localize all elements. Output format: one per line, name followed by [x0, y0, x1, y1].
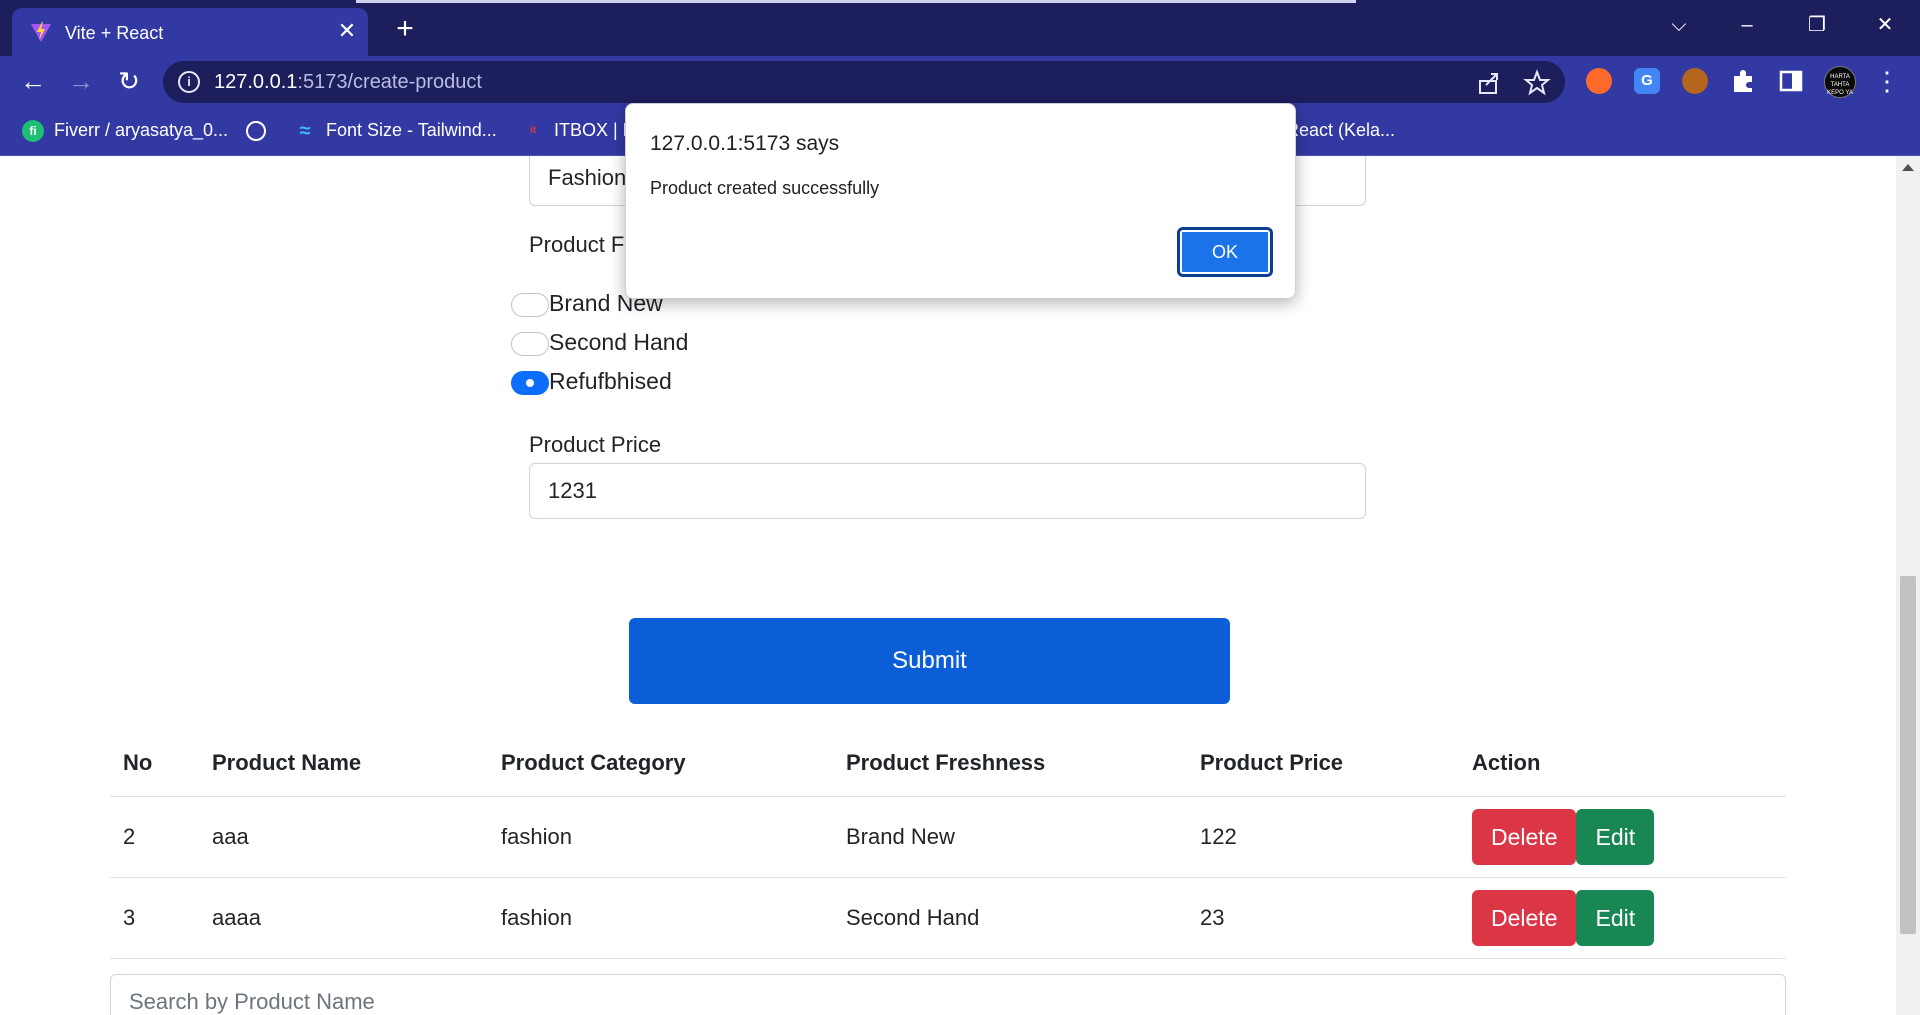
products-table: No Product Name Product Category Product…: [110, 730, 1786, 959]
extension-orange-icon[interactable]: [1586, 68, 1612, 94]
url-text[interactable]: 127.0.0.1:5173/create-product: [214, 71, 482, 94]
new-tab-button[interactable]: +: [388, 12, 422, 46]
price-label: Product Price: [529, 432, 662, 457]
address-bar[interactable]: i 127.0.0.1:5173/create-product: [163, 61, 1565, 103]
alert-dialog: 127.0.0.1:5173 says Product created succ…: [625, 103, 1296, 299]
radio-button[interactable]: [511, 332, 549, 356]
translate-icon[interactable]: G: [1634, 68, 1660, 94]
header-product-price: Product Price: [1187, 730, 1459, 797]
tab-title: Vite + React: [65, 23, 164, 43]
close-window-button[interactable]: ✕: [1862, 8, 1908, 42]
cell-no: 2: [110, 796, 199, 878]
table-row: 2 aaa fashion Brand New 122 Delete Edit: [110, 796, 1786, 878]
cell-freshness: Brand New: [833, 796, 1187, 878]
minimize-button[interactable]: –: [1724, 8, 1770, 42]
bookmark-label: Fiverr / aryasatya_0...: [54, 120, 229, 140]
submit-button[interactable]: Submit: [629, 618, 1230, 704]
bookmark-tailwind[interactable]: ≈ Font Size - Tailwind...: [294, 120, 497, 142]
table-header-row: No Product Name Product Category Product…: [110, 730, 1786, 797]
fiverr-icon: fi: [22, 120, 44, 143]
share-icon[interactable]: [1475, 69, 1503, 97]
header-product-freshness: Product Freshness: [833, 730, 1187, 797]
scroll-thumb[interactable]: [1900, 576, 1916, 934]
price-input[interactable]: 1231: [529, 463, 1366, 519]
delete-button[interactable]: Delete: [1472, 889, 1577, 946]
url-path: :5173/create-product: [297, 71, 482, 93]
puzzle-icon[interactable]: [1730, 68, 1756, 94]
tailwind-icon: ≈: [299, 120, 311, 143]
dialog-message: Product created successfully: [650, 178, 880, 198]
itbox-icon: it: [529, 125, 537, 137]
reload-button[interactable]: ↻: [112, 64, 146, 98]
radio-label: Refufbhised: [549, 368, 672, 394]
cell-price: 122: [1187, 796, 1459, 878]
bookmark-react[interactable]: React (Kela...: [1286, 120, 1395, 142]
back-button[interactable]: ←: [16, 64, 50, 98]
cell-category: fashion: [488, 796, 833, 878]
tab-strip-accent: [356, 0, 1356, 3]
active-tab[interactable]: Vite + React ✕: [12, 8, 368, 56]
tab-close-icon[interactable]: ✕: [334, 18, 360, 44]
radio-button[interactable]: [511, 293, 549, 317]
delete-button[interactable]: Delete: [1472, 808, 1577, 865]
cell-action: Delete Edit: [1459, 877, 1786, 959]
vite-icon: [31, 22, 51, 42]
profile-avatar[interactable]: HARTA TAHTA KEPO YA: [1824, 66, 1856, 98]
cell-freshness: Second Hand: [833, 877, 1187, 959]
tab-strip: Vite + React ✕ + ⌵ – ❐ ✕: [0, 0, 1920, 56]
restore-button[interactable]: ❐: [1794, 8, 1840, 42]
edit-button[interactable]: Edit: [1576, 808, 1655, 865]
browser-toolbar: ← → ↻ i 127.0.0.1:5173/create-product G …: [0, 56, 1920, 106]
page-scrollbar[interactable]: [1896, 156, 1920, 1015]
bookmark-label: ITBOX | F: [554, 120, 634, 140]
menu-icon[interactable]: ⋮: [1870, 64, 1904, 98]
search-input[interactable]: Search by Product Name: [110, 974, 1786, 1015]
tab-search-icon[interactable]: ⌵: [1656, 8, 1702, 42]
cell-name: aaaa: [199, 877, 488, 959]
cell-category: fashion: [488, 877, 833, 959]
table-row: 3 aaaa fashion Second Hand 23 Delete Edit: [110, 877, 1786, 959]
info-icon[interactable]: i: [178, 71, 200, 93]
forward-button[interactable]: →: [64, 64, 98, 98]
edit-button[interactable]: Edit: [1576, 889, 1655, 946]
cell-action: Delete Edit: [1459, 796, 1786, 878]
header-action: Action: [1459, 730, 1786, 797]
cookie-icon[interactable]: [1682, 68, 1708, 94]
bookmark-itbox[interactable]: it ITBOX | F: [522, 120, 634, 142]
bookmark-label: Font Size - Tailwind...: [326, 120, 497, 140]
header-no: No: [110, 730, 199, 797]
bookmark-fiverr[interactable]: fi Fiverr / aryasatya_0...: [22, 120, 229, 143]
cell-no: 3: [110, 877, 199, 959]
radio-label: Second Hand: [549, 329, 689, 355]
freshness-label: Product F: [529, 232, 625, 257]
bookmark-globe[interactable]: [246, 120, 276, 142]
globe-icon: [246, 121, 266, 142]
star-icon[interactable]: [1523, 69, 1551, 97]
ok-button[interactable]: OK: [1177, 227, 1273, 277]
cell-price: 23: [1187, 877, 1459, 959]
cell-name: aaa: [199, 796, 488, 878]
radio-button-checked[interactable]: [511, 371, 549, 395]
bookmark-label: React (Kela...: [1286, 120, 1396, 140]
side-panel-icon[interactable]: [1778, 68, 1804, 94]
header-product-category: Product Category: [488, 730, 833, 797]
url-host: 127.0.0.1: [214, 71, 298, 93]
scroll-up-arrow-icon[interactable]: [1902, 164, 1914, 171]
header-product-name: Product Name: [199, 730, 488, 797]
dialog-title: 127.0.0.1:5173 says: [650, 132, 840, 155]
